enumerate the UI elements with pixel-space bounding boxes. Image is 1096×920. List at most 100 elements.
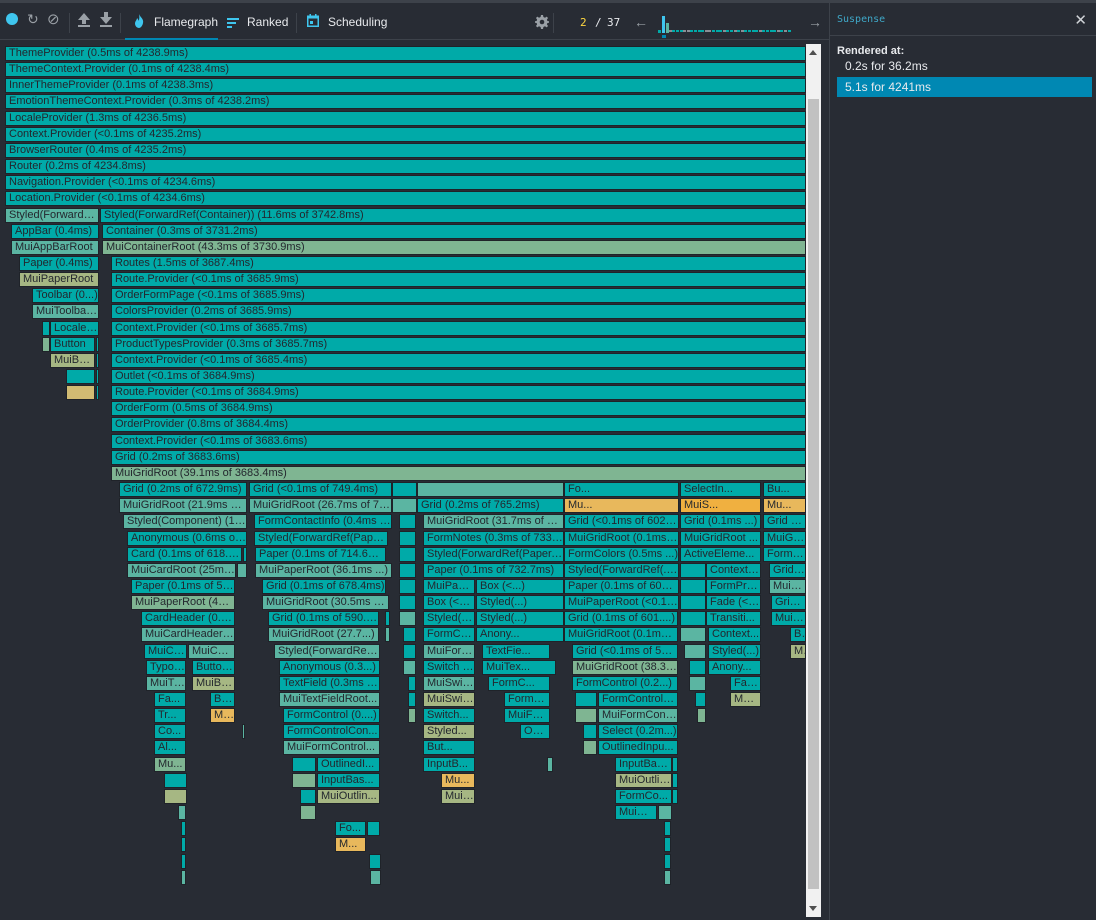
flamegraph-node[interactable]: MuiGridRoot (0.1ms...): [564, 627, 678, 643]
flamegraph-node[interactable]: Mu...: [441, 772, 475, 788]
flamegraph-node[interactable]: MuiFab...: [730, 692, 761, 707]
flamegraph-node[interactable]: Outlet (<0.1ms of 3684.9ms): [111, 369, 806, 384]
flamegraph-node[interactable]: MuiGridRoot (39.1ms of 3683.4ms): [111, 465, 806, 481]
flamegraph-node[interactable]: But...: [423, 740, 475, 756]
flamegraph-node-small[interactable]: [300, 788, 316, 804]
flamegraph-node[interactable]: Route.Provider (<0.1ms of 3685.9ms): [111, 272, 806, 288]
flamegraph-node[interactable]: MuiCardHeaderRoot: [141, 627, 235, 643]
flamegraph-node-small[interactable]: [66, 385, 95, 401]
flamegraph-node[interactable]: Grid (0.1ms of 590....): [268, 611, 379, 627]
flamegraph-node[interactable]: MuiGridRoot (31.7ms of 76...): [423, 514, 564, 530]
flamegraph-node[interactable]: Grid (<0...): [763, 514, 806, 530]
flamegraph-node[interactable]: Grid (0...): [769, 562, 806, 578]
flamegraph-node-small[interactable]: [672, 788, 678, 804]
flamegraph-node-small[interactable]: [672, 756, 678, 772]
render-list-item-selected[interactable]: 5.1s for 4241ms: [837, 77, 1092, 97]
commit-bar[interactable]: [744, 30, 748, 32]
tab-flamegraph[interactable]: Flamegraph: [125, 3, 218, 40]
flamegraph-node[interactable]: FormControlCont...: [598, 692, 678, 707]
flamegraph-node[interactable]: Styled...: [423, 724, 475, 740]
flamegraph-node[interactable]: FormC...: [504, 692, 550, 707]
flamegraph-node[interactable]: Select (0.2m...): [598, 724, 678, 740]
flamegraph-node-small[interactable]: [292, 756, 316, 772]
flamegraph-node-small[interactable]: [680, 595, 706, 611]
flamegraph-node[interactable]: Container (0.3ms of 3731.2ms): [102, 223, 806, 239]
flamegraph-node[interactable]: FormControlCon...: [283, 724, 380, 740]
flamegraph-node[interactable]: MuiPaperRoot: [19, 272, 99, 288]
flamegraph-node[interactable]: M...: [335, 837, 366, 853]
flamegraph-scrollbar[interactable]: [806, 44, 821, 917]
flamegraph-node[interactable]: Styled(ForwardRef(Paper...)): [423, 546, 564, 562]
flamegraph-node[interactable]: LocalePicker: [50, 320, 99, 336]
flamegraph-node[interactable]: Mui...: [210, 708, 235, 724]
flamegraph-node[interactable]: Paper (0.4ms): [19, 255, 99, 271]
flamegraph-node[interactable]: EmotionThemeContext.Provider (0.3ms of 4…: [5, 94, 806, 110]
flamegraph-node[interactable]: MuiButton...: [192, 675, 235, 691]
flamegraph-node[interactable]: FormControl (0.2...): [572, 675, 678, 691]
flamegraph-node-small[interactable]: [42, 320, 50, 336]
flamegraph-node[interactable]: Mu...: [564, 498, 679, 514]
flamegraph-node-small[interactable]: [399, 611, 416, 627]
commit-bar[interactable]: [672, 30, 676, 32]
commit-bar[interactable]: [730, 30, 733, 32]
flamegraph-node[interactable]: Card (0.1ms of 618....): [127, 546, 242, 562]
flamegraph-node-small[interactable]: [408, 692, 416, 707]
flamegraph-node[interactable]: MuiCardRoot (25ms ...): [127, 562, 236, 578]
flamegraph-node[interactable]: MuiGrid...: [769, 578, 806, 594]
flamegraph-node-small[interactable]: [658, 805, 672, 821]
flamegraph-node[interactable]: Context.Provider (<0.1ms of 3685.7ms): [111, 320, 806, 336]
flamegraph-node[interactable]: Context.Prov...: [706, 562, 761, 578]
tab-scheduling[interactable]: Scheduling: [300, 3, 390, 40]
flamegraph-node[interactable]: MuiOut...: [441, 788, 475, 804]
flamegraph-node-small[interactable]: [664, 821, 671, 837]
scroll-up-arrow[interactable]: [809, 50, 817, 55]
flamegraph-node[interactable]: MuiBu...: [790, 643, 806, 659]
commit-bar[interactable]: [758, 30, 762, 32]
flamegraph-node[interactable]: Anonymous (0.3...): [279, 659, 380, 675]
flamegraph-node[interactable]: MuiOutlin...: [317, 788, 380, 804]
flamegraph-node[interactable]: MuiFormContr...: [423, 643, 475, 659]
commit-bar[interactable]: [784, 30, 787, 32]
flamegraph-node[interactable]: Al...: [154, 740, 186, 756]
flamegraph-node[interactable]: Box (<...): [476, 578, 564, 594]
flamegraph-node[interactable]: Styled(div) (<0...): [423, 611, 475, 627]
flamegraph-node[interactable]: Transiti...: [706, 611, 761, 627]
flamegraph-node-small[interactable]: [689, 659, 706, 675]
flamegraph-node-small[interactable]: [392, 482, 417, 498]
flamegraph-node[interactable]: FormControl (0....): [283, 708, 380, 724]
flamegraph-node[interactable]: OrderForm (0.5ms of 3684.9ms): [111, 401, 806, 417]
flamegraph-node[interactable]: Grid (0.2ms of 672.9ms): [119, 482, 247, 498]
flamegraph-node-small[interactable]: [66, 369, 95, 384]
flamegraph-node-small[interactable]: [695, 692, 706, 707]
flamegraph-node-small[interactable]: [181, 869, 186, 885]
flamegraph-node[interactable]: MuiPaperRoot (0.1ms of ...): [423, 578, 475, 594]
flamegraph-node-small[interactable]: [392, 498, 417, 514]
flamegraph-node[interactable]: MuiFor...: [504, 708, 550, 724]
flamegraph-node-small[interactable]: [403, 627, 416, 643]
upload-icon[interactable]: [77, 11, 91, 27]
flamegraph-node[interactable]: Context.Provider (<0.1ms of 4235.2ms): [5, 126, 806, 142]
flamegraph-node-small[interactable]: [672, 772, 678, 788]
flamegraph-node[interactable]: Paper (0.1ms of 714.6ms): [255, 546, 386, 562]
flamegraph-node[interactable]: MuiSwitchR...: [423, 675, 475, 691]
flamegraph-node-small[interactable]: [385, 611, 390, 627]
flamegraph-node[interactable]: Anony...: [476, 627, 564, 643]
commit-bar[interactable]: [712, 30, 715, 32]
reload-icon[interactable]: ↻: [27, 11, 39, 28]
flamegraph-node[interactable]: MuiTex...: [482, 659, 556, 675]
flamegraph-node[interactable]: Fo...: [564, 482, 679, 498]
flamegraph-node[interactable]: Context.Provider (<0.1ms of 3683.6ms): [111, 433, 806, 449]
flamegraph-node[interactable]: MuiPaperRoot (<0.1...): [564, 595, 679, 611]
flamegraph-node-small[interactable]: [664, 869, 671, 885]
flamegraph-node[interactable]: Grid (<0.1ms of 749.4ms): [249, 482, 392, 498]
flamegraph-node[interactable]: FormCo...: [615, 788, 672, 804]
tab-ranked[interactable]: Ranked: [222, 3, 292, 40]
flamegraph-node[interactable]: Co...: [154, 724, 186, 740]
commit-bar[interactable]: [704, 30, 708, 32]
close-icon[interactable]: ✕: [1074, 11, 1087, 29]
flamegraph-node[interactable]: Styled(ForwardRef...): [274, 643, 380, 659]
flamegraph-node[interactable]: Styled(ForwardRef(...)): [564, 562, 679, 578]
flamegraph-node[interactable]: Fade (<...): [706, 595, 761, 611]
flamegraph-node[interactable]: ProductTypesProvider (0.3ms of 3685.7ms): [111, 336, 806, 352]
flamegraph-node-small[interactable]: [369, 853, 381, 869]
